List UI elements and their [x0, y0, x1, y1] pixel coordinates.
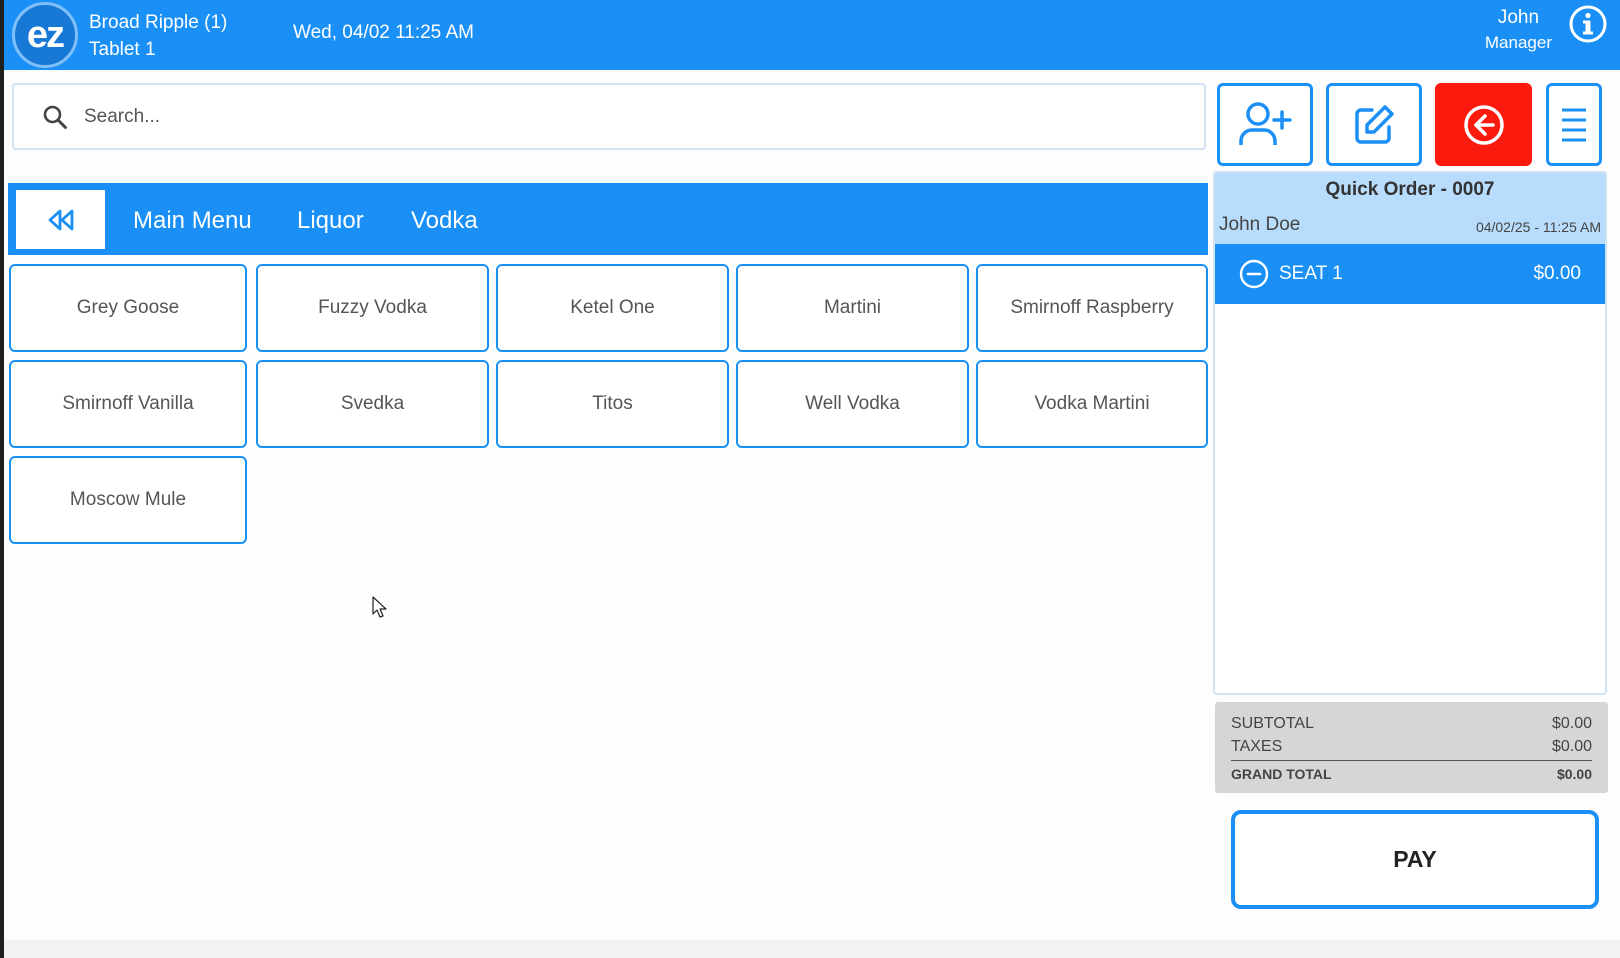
taxes-value: $0.00: [1551, 738, 1592, 755]
arrow-left-circle-icon: [1463, 104, 1504, 145]
double-chevron-left-icon: [48, 209, 73, 230]
info-circle-icon[interactable]: [1568, 4, 1608, 44]
store-info: Broad Ripple (1) Tablet 1: [89, 9, 227, 63]
menu-item-button[interactable]: Titos: [496, 360, 729, 448]
order-customer[interactable]: John Doe: [1219, 214, 1300, 236]
edit-order-button[interactable]: [1326, 83, 1422, 166]
mouse-cursor-icon: [372, 596, 387, 618]
order-timestamp: 04/02/25 - 11:25 AM: [1475, 219, 1601, 235]
user-info: John Manager: [1485, 5, 1552, 55]
user-name: John: [1497, 7, 1540, 28]
menu-item-button[interactable]: Martini: [736, 264, 969, 352]
search-box[interactable]: [12, 83, 1206, 150]
user-role: Manager: [1484, 33, 1552, 52]
exit-button[interactable]: [1435, 83, 1532, 166]
category-breadcrumb: Main Menu Liquor Vodka: [8, 183, 1208, 255]
subtotal-row: SUBTOTAL $0.00: [1231, 712, 1592, 735]
menu-item-button[interactable]: Fuzzy Vodka: [256, 264, 489, 352]
seat-label: SEAT 1: [1279, 263, 1343, 284]
order-header: Quick Order - 0007 John Doe 04/02/25 - 1…: [1215, 173, 1605, 244]
subtotal-value: $0.00: [1551, 715, 1592, 732]
back-button[interactable]: [16, 190, 105, 249]
subtotal-label: SUBTOTAL: [1231, 715, 1314, 732]
window-edge: [0, 0, 4, 958]
user-plus-icon: [1239, 101, 1292, 145]
search-input[interactable]: [84, 105, 1084, 128]
menu-item-button[interactable]: Grey Goose: [9, 264, 247, 352]
order-panel: Quick Order - 0007 John Doe 04/02/25 - 1…: [1213, 171, 1607, 695]
edit-icon: [1355, 104, 1394, 144]
breadcrumb-main-menu[interactable]: Main Menu: [133, 207, 252, 235]
menu-item-button[interactable]: Svedka: [256, 360, 489, 448]
minus-circle-icon[interactable]: [1239, 259, 1269, 289]
menu-button[interactable]: [1546, 83, 1602, 166]
seat-amount: $0.00: [1533, 263, 1581, 284]
header-datetime: Wed, 04/02 11:25 AM: [293, 22, 474, 43]
menu-item-button[interactable]: Ketel One: [496, 264, 729, 352]
app-header: ez Broad Ripple (1) Tablet 1 Wed, 04/02 …: [4, 0, 1620, 70]
breadcrumb-vodka[interactable]: Vodka: [411, 207, 478, 235]
device-name: Tablet 1: [89, 39, 156, 60]
ez-logo: ez: [12, 2, 78, 68]
grand-total-value: $0.00: [1556, 766, 1592, 782]
grand-total-label: GRAND TOTAL: [1231, 766, 1332, 782]
menu-item-button[interactable]: Vodka Martini: [976, 360, 1208, 448]
menu-item-button[interactable]: Smirnoff Vanilla: [9, 360, 247, 448]
menu-item-button[interactable]: Smirnoff Raspberry: [976, 264, 1208, 352]
bottom-bar: [4, 940, 1620, 958]
pay-button[interactable]: PAY: [1231, 810, 1599, 909]
order-title: Quick Order - 0007: [1325, 179, 1495, 200]
search-icon: [43, 105, 67, 129]
taxes-row: TAXES $0.00: [1231, 735, 1592, 758]
order-totals: SUBTOTAL $0.00 TAXES $0.00 GRAND TOTAL $…: [1215, 702, 1608, 793]
taxes-label: TAXES: [1231, 738, 1283, 755]
menu-item-button[interactable]: Moscow Mule: [9, 456, 247, 544]
grand-total-row: GRAND TOTAL $0.00: [1231, 760, 1592, 786]
store-name: Broad Ripple (1): [89, 12, 228, 33]
add-customer-button[interactable]: [1217, 83, 1313, 166]
hamburger-icon: [1562, 108, 1586, 141]
menu-item-button[interactable]: Well Vodka: [736, 360, 969, 448]
seat-row[interactable]: SEAT 1 $0.00: [1215, 244, 1605, 304]
breadcrumb-liquor[interactable]: Liquor: [297, 207, 364, 235]
